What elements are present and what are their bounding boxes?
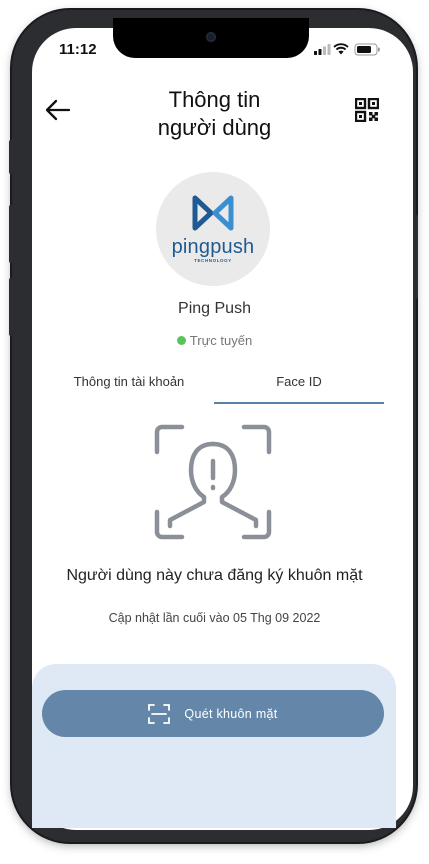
pingpush-logo-icon	[192, 195, 234, 231]
qr-button[interactable]	[354, 97, 380, 127]
status-badge: Trực tuyến	[0, 333, 429, 348]
status-icons	[314, 42, 386, 61]
signal-icon	[314, 44, 331, 55]
scan-face-button[interactable]: Quét khuôn mặt	[42, 690, 384, 737]
bottom-panel	[32, 664, 396, 828]
face-scan-icon	[154, 424, 272, 545]
face-id-message: Người dùng này chưa đăng ký khuôn mặt	[66, 567, 363, 584]
last-updated: Cập nhật lần cuối vào 05 Thg 09 2022	[108, 611, 321, 625]
notch	[113, 18, 309, 58]
volume-up-button	[9, 205, 13, 263]
mute-switch	[9, 140, 13, 174]
qr-code-icon	[354, 97, 380, 123]
tab-label: Thông tin tài khoản	[73, 374, 185, 389]
active-tab-indicator	[214, 402, 384, 404]
online-dot-icon	[176, 336, 186, 345]
camera-dot	[206, 32, 216, 42]
status-time: 11:12	[59, 41, 97, 58]
tab-account-info[interactable]: Thông tin tài khoản	[44, 374, 214, 389]
avatar: pingpush TECHNOLOGY	[156, 172, 270, 286]
tab-face-id[interactable]: Face ID	[214, 374, 384, 389]
scan-frame-icon	[148, 703, 171, 724]
tab-label: Face ID	[276, 374, 322, 389]
logo-subtext: TECHNOLOGY	[194, 258, 232, 263]
battery-icon	[354, 43, 380, 56]
wifi-icon	[333, 43, 349, 55]
power-button	[414, 215, 418, 299]
user-name: Ping Push	[178, 300, 251, 317]
status-text: Trực tuyến	[189, 333, 253, 348]
logo-text: pingpush	[171, 236, 255, 258]
scan-face-label: Quét khuôn mặt	[184, 706, 278, 721]
